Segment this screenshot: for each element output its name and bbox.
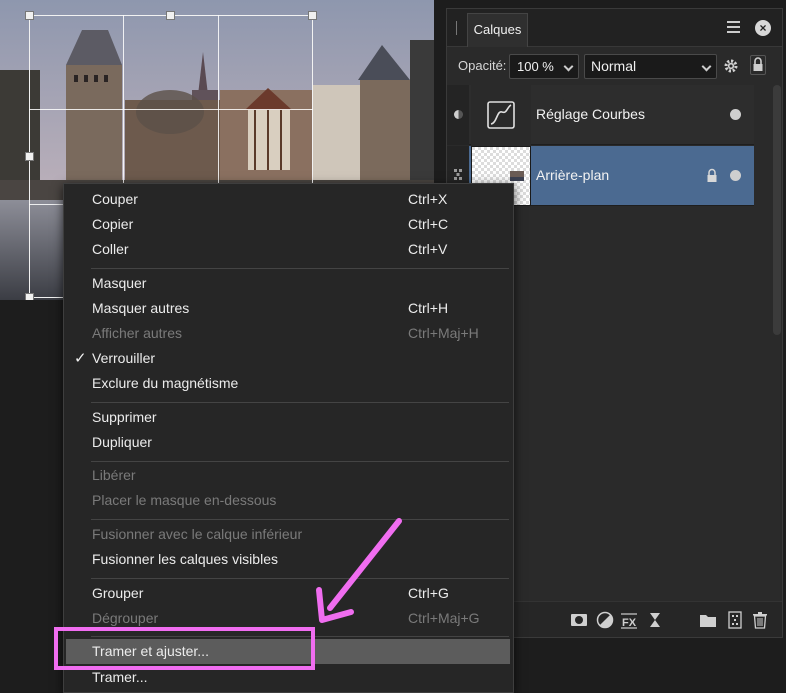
folder-icon[interactable] [699, 611, 717, 629]
menu-item-shortcut: Ctrl+V [408, 241, 448, 257]
menu-item-label: Supprimer [92, 409, 157, 425]
blend-mode-dropdown[interactable]: Normal [584, 54, 717, 79]
menu-item-shortcut: Ctrl+X [408, 191, 448, 207]
annotation-highlight-box [54, 627, 315, 670]
tab-calques[interactable]: Calques [467, 13, 528, 47]
menu-item-fusionner-visibles[interactable]: Fusionner les calques visibles [64, 547, 513, 572]
opacity-dropdown[interactable]: 100 % [509, 54, 579, 79]
menu-item-label: Masquer [92, 275, 147, 291]
resize-handle[interactable] [25, 152, 34, 161]
opacity-row: Opacité: 100 % Normal [447, 49, 782, 83]
menu-item-label: Verrouiller [92, 350, 156, 366]
hourglass-icon[interactable] [646, 611, 664, 629]
chevron-down-icon [563, 61, 574, 72]
grid-line [29, 109, 313, 110]
lock-icon [753, 57, 763, 71]
menu-separator [91, 402, 509, 403]
layer-visibility-dot[interactable] [730, 109, 741, 120]
menu-item-masquer-autres[interactable]: Masquer autres Ctrl+H [64, 296, 513, 321]
menu-separator [91, 461, 509, 462]
menu-item-shortcut: Ctrl+Maj+G [408, 610, 480, 626]
menu-item-label: Copier [92, 216, 134, 232]
menu-item-fusionner-inferieur: Fusionner avec le calque inférieur [64, 522, 513, 547]
trash-icon[interactable] [751, 611, 769, 629]
checkmark-icon: ✓ [74, 350, 87, 367]
resize-handle[interactable] [308, 11, 317, 20]
menu-item-label: Dégrouper [92, 610, 159, 626]
resize-handle[interactable] [25, 293, 34, 300]
menu-item-label: Coller [92, 241, 129, 257]
lock-button[interactable] [750, 55, 766, 75]
menu-item-verrouiller[interactable]: ✓ Verrouiller [64, 346, 513, 371]
menu-item-label: Afficher autres [92, 325, 183, 341]
menu-item-label: Placer le masque en-dessous [92, 492, 277, 508]
menu-item-label: Dupliquer [92, 434, 152, 450]
fx-icon[interactable]: FX [620, 611, 638, 629]
menu-item-label: Exclure du magnétisme [92, 375, 239, 391]
menu-item-grouper[interactable]: Grouper Ctrl+G [64, 581, 513, 606]
menu-item-placer-masque: Placer le masque en-dessous [64, 488, 513, 513]
menu-item-masquer[interactable]: Masquer [64, 271, 513, 296]
menu-item-supprimer[interactable]: Supprimer [64, 405, 513, 430]
menu-item-shortcut: Ctrl+G [408, 585, 449, 601]
adjustment-icon[interactable] [596, 611, 614, 629]
menu-item-couper[interactable]: Couper Ctrl+X [64, 187, 513, 212]
resize-handle[interactable] [25, 11, 34, 20]
layer-visibility-dot[interactable] [730, 170, 741, 181]
menu-item-shortcut: Ctrl+C [408, 216, 449, 232]
half-circle-icon [454, 110, 463, 119]
menu-item-label: Masquer autres [92, 300, 190, 316]
menu-item-label: Tramer... [92, 669, 148, 685]
menu-item-afficher-autres: Afficher autres Ctrl+Maj+H [64, 321, 513, 346]
context-menu: Couper Ctrl+X Copier Ctrl+C Coller Ctrl+… [63, 183, 514, 693]
curves-icon [487, 101, 515, 129]
mask-icon[interactable] [570, 611, 588, 629]
layer-thumbnail [471, 85, 531, 145]
menu-item-exclure-magnetisme[interactable]: Exclure du magnétisme [64, 371, 513, 396]
menu-item-dupliquer[interactable]: Dupliquer [64, 430, 513, 455]
svg-text:FX: FX [622, 617, 637, 629]
blend-mode-value: Normal [591, 58, 637, 74]
menu-item-copier[interactable]: Copier Ctrl+C [64, 212, 513, 237]
menu-separator [91, 578, 509, 579]
menu-item-label: Fusionner avec le calque inférieur [92, 526, 303, 542]
menu-item-label: Libérer [92, 467, 136, 483]
panel-grip[interactable] [456, 21, 457, 35]
menu-item-shortcut: Ctrl+Maj+H [408, 325, 479, 341]
chevron-down-icon [701, 61, 712, 72]
menu-item-label: Fusionner les calques visibles [92, 551, 278, 567]
menu-item-coller[interactable]: Coller Ctrl+V [64, 237, 513, 262]
menu-item-shortcut: Ctrl+H [408, 300, 449, 316]
menu-item-label: Grouper [92, 585, 144, 601]
panel-menu-icon[interactable] [727, 21, 740, 33]
layer-name: Réglage Courbes [536, 106, 645, 122]
resize-handle[interactable] [166, 11, 175, 20]
menu-separator [91, 268, 509, 269]
menu-item-label: Couper [92, 191, 138, 207]
menu-separator [91, 519, 509, 520]
layer-name: Arrière-plan [536, 167, 610, 183]
panel-scrollbar[interactable] [773, 85, 781, 335]
opacity-label: Opacité: [458, 58, 507, 73]
layer-row-curves[interactable]: Réglage Courbes [447, 85, 754, 145]
layer-visibility-toggle[interactable] [447, 85, 469, 145]
panel-tab-bar: Calques × [447, 9, 782, 47]
gear-icon[interactable] [723, 58, 739, 74]
close-icon[interactable]: × [755, 20, 771, 36]
new-layer-icon[interactable] [726, 611, 744, 629]
opacity-value: 100 % [517, 59, 554, 74]
menu-item-liberer: Libérer [64, 463, 513, 488]
lock-icon[interactable] [706, 168, 718, 183]
